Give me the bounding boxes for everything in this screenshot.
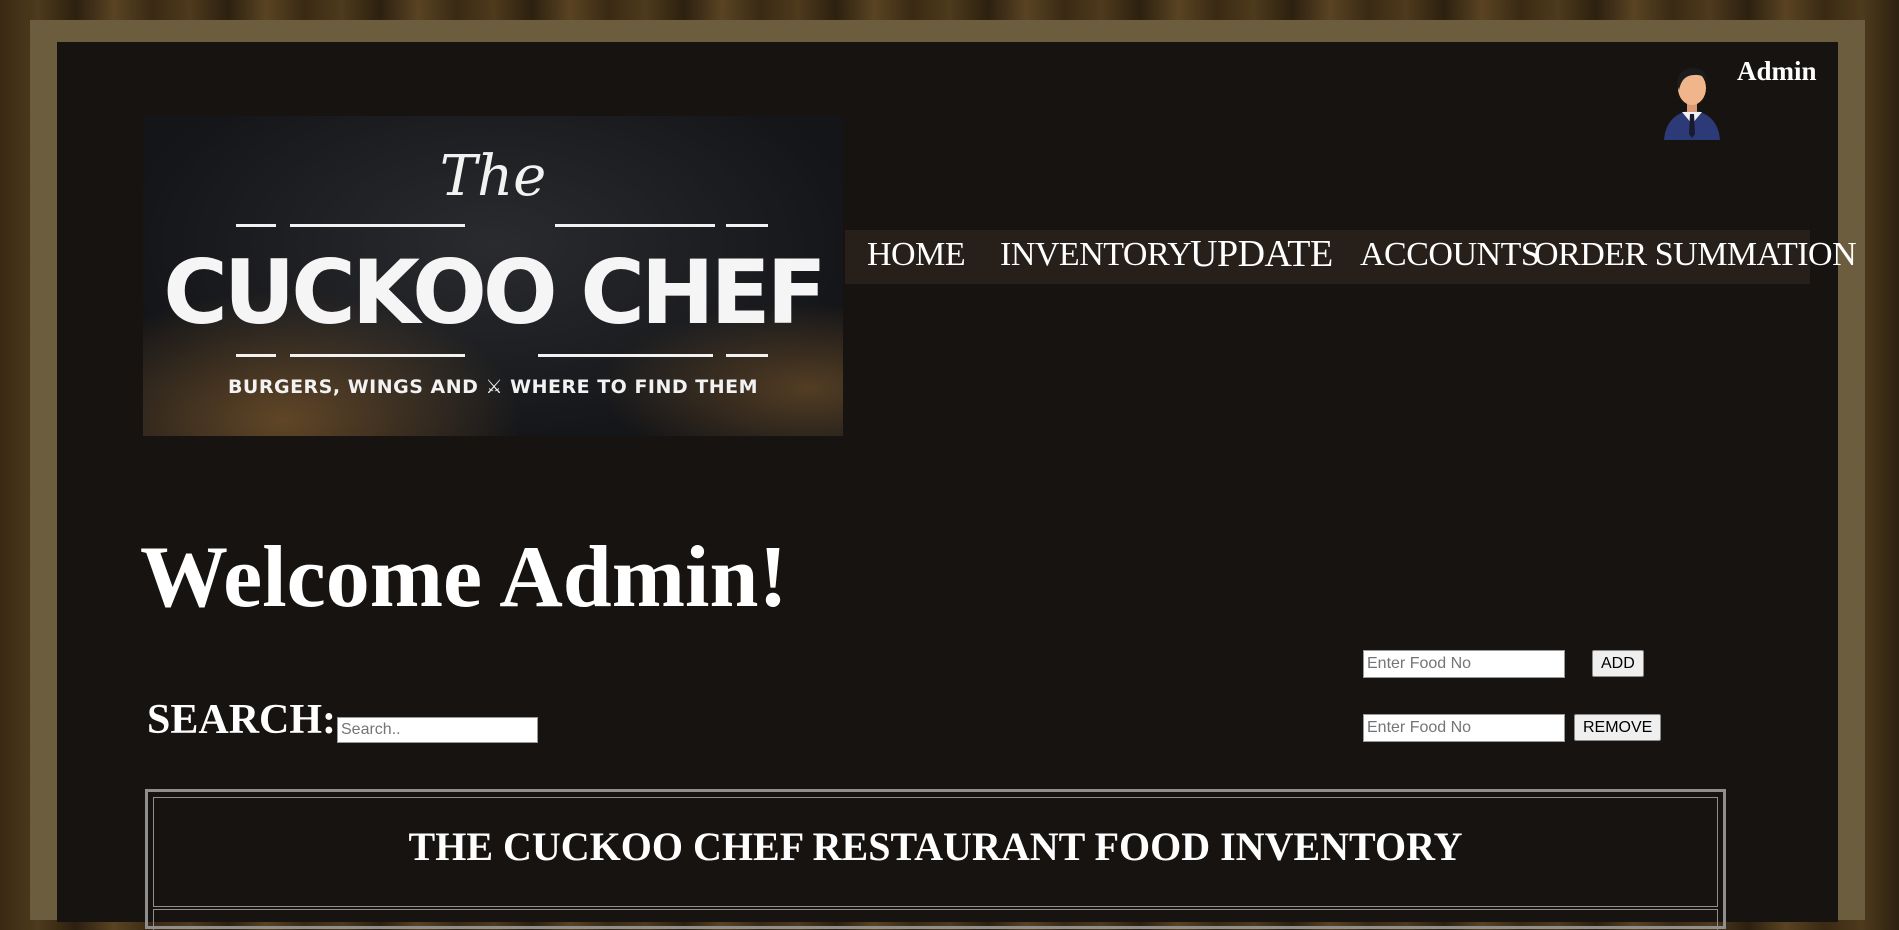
- logo-the-text: The: [439, 144, 547, 209]
- logo-name-text: CUCKOO CHEF: [163, 241, 827, 344]
- logo-tagline: BURGERS, WINGS AND ⚔ WHERE TO FIND THEM: [227, 376, 759, 398]
- logo-rule: [726, 224, 768, 227]
- nav-order-summation[interactable]: ORDER SUMMATION: [1534, 236, 1857, 274]
- table-row: [153, 909, 1718, 930]
- logo-rule: [726, 354, 768, 357]
- logo-rule: [236, 354, 276, 357]
- nav-home[interactable]: HOME: [867, 236, 966, 274]
- logo-rule: [538, 354, 713, 357]
- logo-rule: [236, 224, 276, 227]
- main-nav: HOME INVENTORY UPDATE ACCOUNTS ORDER SUM…: [845, 230, 1857, 284]
- admin-avatar-icon[interactable]: [1660, 62, 1724, 140]
- add-button[interactable]: ADD: [1592, 650, 1644, 677]
- nav-inventory[interactable]: INVENTORY: [1000, 236, 1192, 274]
- table-caption-cell: THE CUCKOO CHEF RESTAURANT FOOD INVENTOR…: [153, 797, 1718, 907]
- add-food-no-input[interactable]: [1363, 650, 1565, 678]
- nav-accounts[interactable]: ACCOUNTS: [1360, 236, 1540, 274]
- logo-rule: [290, 354, 465, 357]
- search-label: SEARCH:: [147, 697, 337, 743]
- remove-button[interactable]: REMOVE: [1574, 714, 1662, 741]
- welcome-heading: Welcome Admin!: [140, 529, 788, 626]
- admin-name: Admin: [1737, 56, 1817, 86]
- inventory-table: THE CUCKOO CHEF RESTAURANT FOOD INVENTOR…: [145, 789, 1726, 930]
- search-input[interactable]: [337, 717, 538, 743]
- nav-update[interactable]: UPDATE: [1190, 232, 1333, 276]
- logo-rule: [555, 224, 715, 227]
- table-title: THE CUCKOO CHEF RESTAURANT FOOD INVENTOR…: [408, 824, 1463, 869]
- restaurant-logo: The CUCKOO CHEF BURGERS, WINGS AND ⚔ WHE…: [143, 116, 843, 436]
- logo-rule: [290, 224, 465, 227]
- remove-food-no-input[interactable]: [1363, 714, 1565, 742]
